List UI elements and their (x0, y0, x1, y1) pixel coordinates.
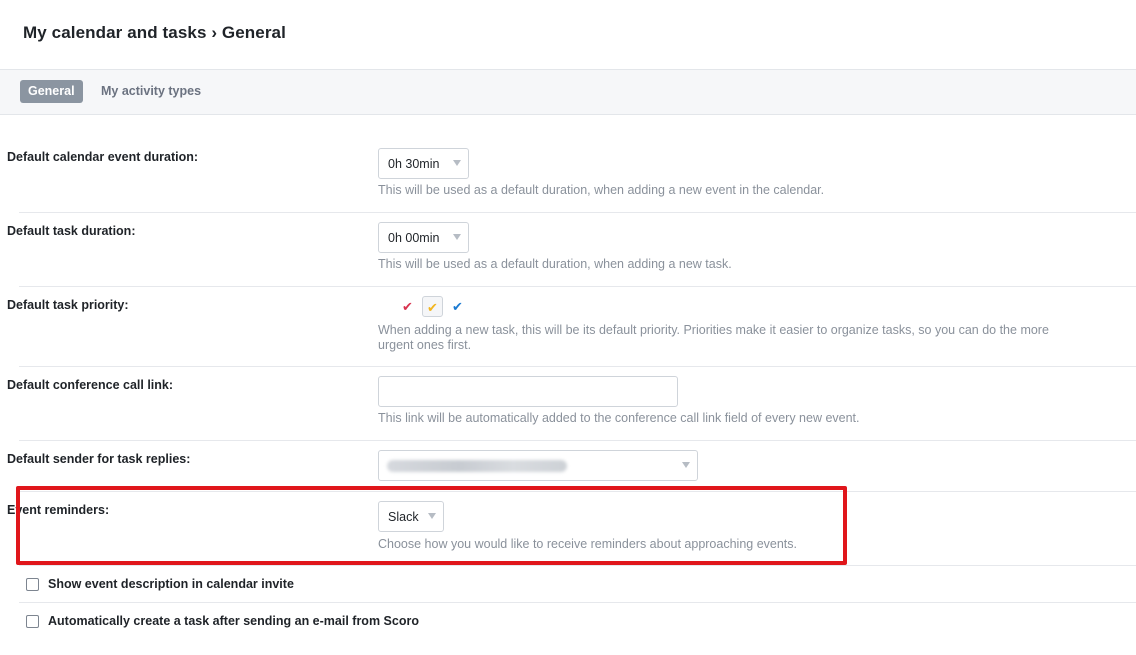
event-duration-label: Default calendar event duration: (7, 150, 199, 164)
conference-link-label: Default conference call link: (7, 378, 174, 392)
task-duration-select[interactable]: 0h 00min (378, 222, 469, 253)
chevron-down-icon (453, 234, 461, 240)
event-duration-hint: This will be used as a default duration,… (378, 183, 825, 197)
task-priority-label: Default task priority: (7, 298, 129, 312)
priority-high-check-icon[interactable]: ✔ (397, 296, 418, 317)
task-duration-hint: This will be used as a default duration,… (378, 257, 732, 271)
priority-low-check-icon[interactable]: ✔ (447, 296, 468, 317)
page-header: My calendar and tasks › General (0, 0, 1136, 70)
auto-create-task-checkbox[interactable] (26, 615, 39, 628)
tab-my-activity-types[interactable]: My activity types (93, 80, 210, 103)
highlight-box (16, 486, 847, 565)
tab-bar: General My activity types (0, 70, 1136, 115)
chevron-down-icon (682, 462, 690, 468)
tab-general[interactable]: General (20, 80, 83, 103)
setting-row-task-duration (19, 213, 1136, 287)
show-description-checkbox[interactable] (26, 578, 39, 591)
show-description-label[interactable]: Show event description in calendar invit… (48, 577, 294, 591)
task-duration-value: 0h 00min (388, 231, 440, 245)
event-duration-select[interactable]: 0h 30min (378, 148, 469, 179)
task-priority-hint-line2: urgent ones first. (378, 338, 472, 352)
task-reply-sender-label: Default sender for task replies: (7, 452, 191, 466)
chevron-down-icon (453, 160, 461, 166)
conference-link-hint: This link will be automatically added to… (378, 411, 860, 425)
blurred-email-value (387, 460, 567, 472)
task-priority-hint-line1: When adding a new task, this will be its… (378, 323, 1049, 337)
priority-medium-check-icon[interactable]: ✔ (422, 296, 443, 317)
auto-create-task-label[interactable]: Automatically create a task after sendin… (48, 614, 419, 628)
page-title: My calendar and tasks › General (23, 23, 286, 42)
task-duration-label: Default task duration: (7, 224, 136, 238)
task-reply-sender-select[interactable] (378, 450, 698, 481)
event-duration-value: 0h 30min (388, 157, 440, 171)
conference-link-input[interactable] (378, 376, 678, 407)
